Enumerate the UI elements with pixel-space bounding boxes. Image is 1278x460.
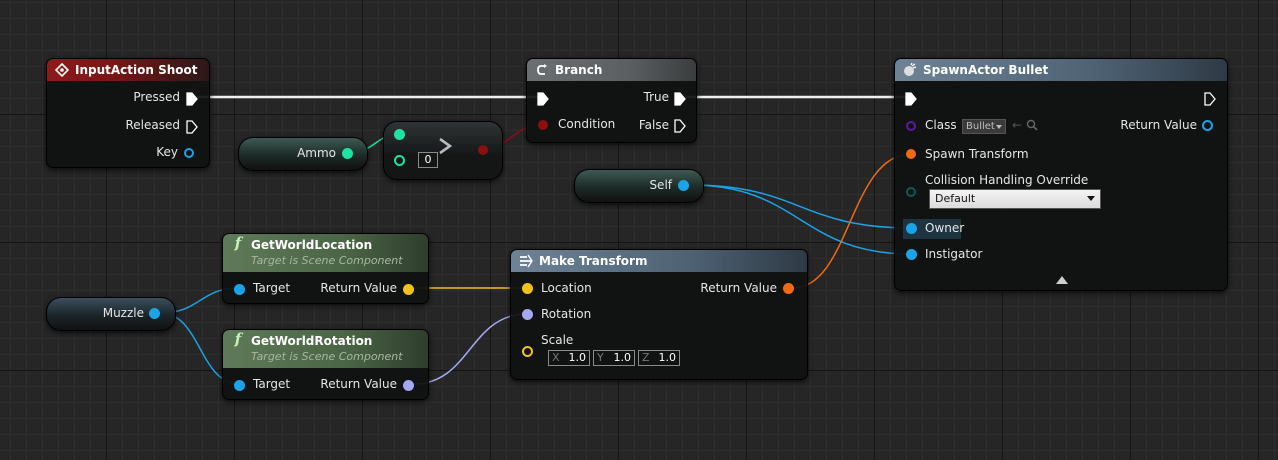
class-selector-value: Bullet (966, 121, 995, 132)
scale-z-value: 1.0 (658, 351, 677, 364)
pin-label-class: Class (925, 118, 957, 132)
greater-than-icon (438, 136, 453, 159)
pin-label-scale: Scale (541, 333, 574, 347)
class-pin[interactable] (906, 121, 916, 131)
pin-label-owner: Owner (925, 221, 965, 235)
collision-handling-pin[interactable] (906, 187, 916, 197)
pin-label-return-value: Return Value (320, 281, 397, 295)
collision-handling-dropdown[interactable]: Default (929, 189, 1101, 209)
condition-pin[interactable] (538, 120, 548, 130)
scale-x-value: 1.0 (568, 351, 587, 364)
pin-label-condition: Condition (558, 117, 616, 131)
scale-z-field[interactable]: Z 1.0 (638, 350, 680, 366)
pin-label-target: Target (253, 281, 291, 295)
scale-y-value: 1.0 (613, 351, 632, 364)
key-pin[interactable] (184, 148, 194, 158)
get-world-rotation-node[interactable]: f GetWorldRotation Target is Scene Compo… (222, 329, 429, 400)
chevron-down-icon (1087, 196, 1095, 201)
pin-label-location: Location (541, 281, 592, 295)
spawn-transform-pin[interactable] (906, 149, 916, 159)
pin-label-key: Key (156, 145, 178, 159)
make-struct-icon (519, 254, 533, 268)
muzzle-variable-node[interactable]: Muzzle (46, 297, 176, 331)
muzzle-out-pin[interactable] (149, 308, 160, 319)
node-subtitle: Target is Scene Component (251, 254, 403, 267)
node-title: SpawnActor Bullet (923, 63, 1049, 77)
pin-label-true: True (643, 90, 670, 104)
compare-result-pin[interactable] (478, 145, 488, 155)
return-value-pin[interactable] (1202, 120, 1213, 131)
return-value-pin[interactable] (403, 380, 414, 391)
pin-label-false: False (638, 118, 669, 132)
node-title: GetWorldRotation (251, 334, 373, 348)
ammo-out-pin[interactable] (342, 148, 353, 159)
pin-label-collision-handling: Collision Handling Override (925, 173, 1089, 187)
input-action-header[interactable]: InputAction Shoot (47, 59, 209, 81)
pin-label-spawn-transform: Spawn Transform (925, 147, 1029, 161)
scale-y-axis-label: Y (597, 351, 604, 364)
pin-label-target: Target (253, 377, 291, 391)
wire-self-to-instigator (689, 184, 912, 255)
function-f-icon: f (234, 234, 242, 252)
branch-icon (535, 63, 549, 77)
spawn-actor-header[interactable]: SpawnActor Bullet (895, 59, 1227, 81)
pin-label-rotation: Rotation (541, 307, 592, 321)
scale-x-field[interactable]: X 1.0 (548, 350, 590, 366)
node-title: GetWorldLocation (251, 238, 373, 252)
node-title: Make Transform (539, 254, 648, 268)
collision-handling-value: Default (935, 192, 976, 205)
spawn-actor-node[interactable]: SpawnActor Bullet Class Bullet ← Return … (894, 58, 1228, 291)
branch-node[interactable]: Branch True Condition False (526, 58, 697, 143)
scale-z-axis-label: Z (642, 351, 650, 364)
return-value-pin[interactable] (403, 284, 414, 295)
use-selected-arrow-icon[interactable]: ← (1012, 118, 1022, 132)
self-out-pin[interactable] (678, 180, 689, 191)
pin-label-return-value: Return Value (320, 377, 397, 391)
target-pin[interactable] (234, 284, 245, 295)
greater-than-compare-node[interactable]: 0 (383, 121, 503, 180)
rotation-pin[interactable] (522, 309, 533, 320)
scale-pin[interactable] (522, 346, 533, 357)
get-world-location-header[interactable]: f GetWorldLocation Target is Scene Compo… (223, 234, 428, 272)
compare-a-pin[interactable] (394, 129, 405, 140)
self-reference-node[interactable]: Self (574, 169, 704, 203)
target-pin[interactable] (234, 380, 245, 391)
variable-label: Ammo (297, 146, 336, 160)
scale-y-field[interactable]: Y 1.0 (593, 350, 635, 366)
collapse-arrow-icon[interactable] (1056, 276, 1068, 284)
get-world-rotation-header[interactable]: f GetWorldRotation Target is Scene Compo… (223, 330, 428, 368)
pin-label-released: Released (125, 118, 180, 132)
node-title: InputAction Shoot (75, 63, 198, 77)
pin-label-pressed: Pressed (133, 90, 180, 104)
return-value-pin[interactable] (783, 283, 794, 294)
owner-pin[interactable] (906, 223, 917, 234)
diamond-event-icon (54, 62, 70, 78)
instigator-pin[interactable] (906, 249, 917, 260)
make-transform-header[interactable]: Make Transform (511, 250, 807, 272)
wire-self-to-owner (689, 184, 912, 229)
get-world-location-node[interactable]: f GetWorldLocation Target is Scene Compo… (222, 233, 429, 304)
make-transform-node[interactable]: Make Transform Location Return Value Rot… (510, 249, 808, 380)
pin-label-return-value: Return Value (1120, 118, 1197, 132)
compare-b-value-box[interactable]: 0 (418, 152, 438, 168)
variable-label: Muzzle (102, 306, 144, 320)
function-f-icon: f (234, 330, 242, 348)
browse-search-icon[interactable] (1026, 119, 1038, 134)
variable-label: Self (649, 178, 672, 192)
scale-x-axis-label: X (552, 351, 560, 364)
input-action-shoot-node[interactable]: InputAction Shoot Pressed Released Key (46, 58, 210, 168)
location-pin[interactable] (522, 283, 533, 294)
compare-b-value: 0 (424, 153, 432, 166)
node-title: Branch (555, 63, 603, 77)
ammo-variable-node[interactable]: Ammo (238, 137, 368, 171)
node-subtitle: Target is Scene Component (251, 350, 403, 363)
spawn-actor-icon (903, 62, 917, 77)
compare-b-pin[interactable] (394, 155, 405, 166)
branch-header[interactable]: Branch (527, 59, 696, 81)
class-selector[interactable]: Bullet (962, 119, 1006, 134)
pin-label-return-value: Return Value (700, 281, 777, 295)
pin-label-instigator: Instigator (925, 247, 983, 261)
